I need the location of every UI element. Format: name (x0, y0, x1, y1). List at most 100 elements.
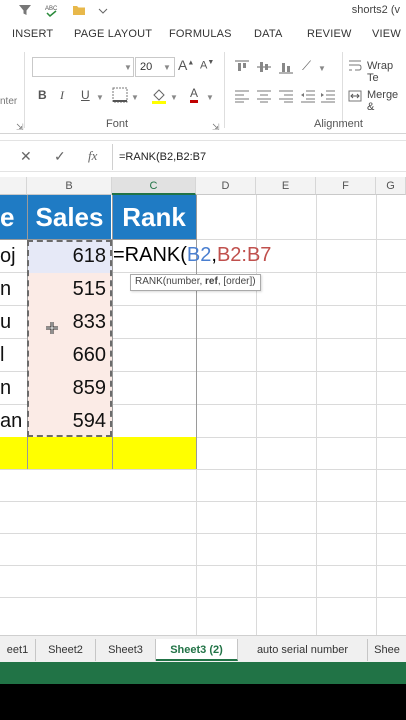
decrease-indent-icon[interactable] (300, 89, 316, 103)
underline-button[interactable]: U (81, 88, 90, 102)
column-header-a-partial[interactable] (0, 177, 27, 195)
header-cell-name[interactable]: e (0, 195, 27, 239)
increase-font-icon[interactable]: A▲ (178, 57, 194, 73)
header-cell-rank[interactable]: Rank (112, 195, 196, 239)
ribbon-separator (342, 52, 343, 128)
column-header-c[interactable]: C (112, 177, 196, 195)
align-left-icon[interactable] (234, 89, 250, 103)
ribbon-separator (224, 52, 225, 128)
font-group-label: Font (106, 118, 129, 130)
sales-cell[interactable]: 515 (27, 273, 112, 306)
wrap-text-button[interactable]: Wrap Te (367, 60, 406, 84)
clipboard-launcher-icon[interactable]: ⇲ (16, 122, 24, 133)
yellow-cell[interactable] (0, 437, 27, 469)
video-letterbox (0, 684, 406, 720)
sales-cell[interactable]: 594 (27, 405, 112, 438)
worksheet-grid[interactable]: e Sales Rank oj n u l n an 618 515 833 6… (0, 195, 406, 635)
sheet-tab[interactable]: Sheet3 (96, 639, 156, 661)
status-bar (0, 662, 406, 684)
borders-dropdown-icon[interactable]: ▼ (131, 93, 139, 102)
spelling-icon[interactable]: ABC (44, 3, 58, 17)
alignment-group-label: Alignment (314, 118, 363, 130)
align-right-icon[interactable] (278, 89, 294, 103)
sales-cell[interactable]: 618 (27, 240, 112, 273)
qat-dropdown-icon[interactable] (98, 3, 108, 17)
merge-center-icon[interactable] (348, 89, 362, 103)
enter-icon[interactable]: ✓ (54, 148, 66, 165)
yellow-cell[interactable] (28, 437, 112, 469)
font-launcher-icon[interactable]: ⇲ (212, 122, 220, 133)
gridline (0, 501, 406, 502)
sheet-tab-active[interactable]: Sheet3 (2) (156, 639, 238, 661)
tooltip-signature: RANK(number, (135, 276, 206, 287)
tab-formulas[interactable]: FORMULAS (169, 28, 232, 40)
column-header-e[interactable]: E (256, 177, 316, 195)
formula-prefix: =RANK( (113, 244, 187, 266)
tab-review[interactable]: REVIEW (307, 28, 352, 40)
filter-icon[interactable] (18, 3, 32, 17)
name-cell[interactable]: u (0, 306, 27, 339)
tab-insert[interactable]: INSERT (12, 28, 53, 40)
column-header-d[interactable]: D (196, 177, 256, 195)
editing-cell-c2[interactable]: =RANK(B2,B2:B7 (113, 241, 313, 269)
gridline (0, 469, 406, 470)
sheet-tab[interactable]: eet1 (0, 639, 36, 661)
yellow-cell[interactable] (113, 437, 196, 469)
align-top-icon[interactable] (234, 60, 250, 74)
font-name-select[interactable] (32, 57, 134, 77)
gridline (0, 565, 406, 566)
tooltip-rest: , [order]) (217, 276, 256, 287)
font-size-dropdown-icon[interactable]: ▼ (163, 63, 171, 72)
name-cell[interactable]: n (0, 372, 27, 405)
ribbon-enter-partial: nter (0, 96, 18, 107)
sheet-tab[interactable]: Sheet2 (36, 639, 96, 661)
tab-view[interactable]: VIEW (372, 28, 401, 40)
ribbon-separator (24, 52, 25, 128)
cancel-icon[interactable]: ✕ (20, 148, 32, 165)
insert-function-icon[interactable]: fx (88, 148, 97, 164)
fill-color-dropdown-icon[interactable]: ▼ (170, 93, 178, 102)
formula-input[interactable]: =RANK(B2,B2:B7 (112, 144, 406, 170)
font-color-dropdown-icon[interactable]: ▼ (206, 93, 214, 102)
font-name-dropdown-icon[interactable]: ▼ (124, 63, 132, 72)
table-border (112, 195, 113, 469)
align-center-icon[interactable] (256, 89, 272, 103)
sheet-tab[interactable]: auto serial number (238, 639, 368, 661)
sheet-tab[interactable]: Shee (368, 639, 406, 661)
merge-center-button[interactable]: Merge & (367, 89, 406, 113)
orientation-dropdown-icon[interactable]: ▼ (318, 64, 326, 73)
gridline (376, 195, 377, 635)
underline-dropdown-icon[interactable]: ▼ (96, 93, 104, 102)
header-cell-sales[interactable]: Sales (28, 195, 111, 239)
column-header-f[interactable]: F (316, 177, 376, 195)
folder-icon[interactable] (72, 3, 86, 17)
tab-data[interactable]: DATA (254, 28, 283, 40)
orientation-icon[interactable]: ⟋ (302, 58, 311, 74)
window-title: shorts2 (v (351, 4, 400, 16)
decrease-font-icon[interactable]: A▼ (200, 59, 214, 72)
name-cell[interactable]: oj (0, 240, 27, 273)
fill-color-icon[interactable] (150, 86, 168, 104)
formula-bar: ✕ ✓ fx =RANK(B2,B2:B7 (0, 140, 406, 172)
font-color-button[interactable]: A (190, 86, 199, 103)
table-border (196, 195, 197, 469)
italic-button[interactable]: I (60, 88, 64, 103)
increase-indent-icon[interactable] (320, 89, 336, 103)
name-cell[interactable]: n (0, 273, 27, 306)
function-tooltip[interactable]: RANK(number, ref, [order]) (130, 274, 261, 291)
column-header-g[interactable]: G (376, 177, 406, 195)
name-cell[interactable]: an (0, 405, 27, 438)
tab-page-layout[interactable]: PAGE LAYOUT (74, 28, 152, 40)
align-bottom-icon[interactable] (278, 60, 294, 74)
formula-arg-range: B2:B7 (216, 244, 272, 266)
align-middle-icon[interactable] (256, 60, 272, 74)
sales-cell[interactable]: 859 (27, 372, 112, 405)
sales-cell[interactable]: 660 (27, 339, 112, 372)
column-header-b[interactable]: B (27, 177, 112, 195)
bold-button[interactable]: B (38, 88, 47, 102)
sheet-tab-bar: eet1 Sheet2 Sheet3 Sheet3 (2) auto seria… (0, 635, 406, 662)
name-cell[interactable]: l (0, 339, 27, 372)
wrap-text-icon[interactable] (348, 59, 362, 73)
sales-cell[interactable]: 833 (27, 306, 112, 339)
borders-icon[interactable] (112, 87, 128, 103)
